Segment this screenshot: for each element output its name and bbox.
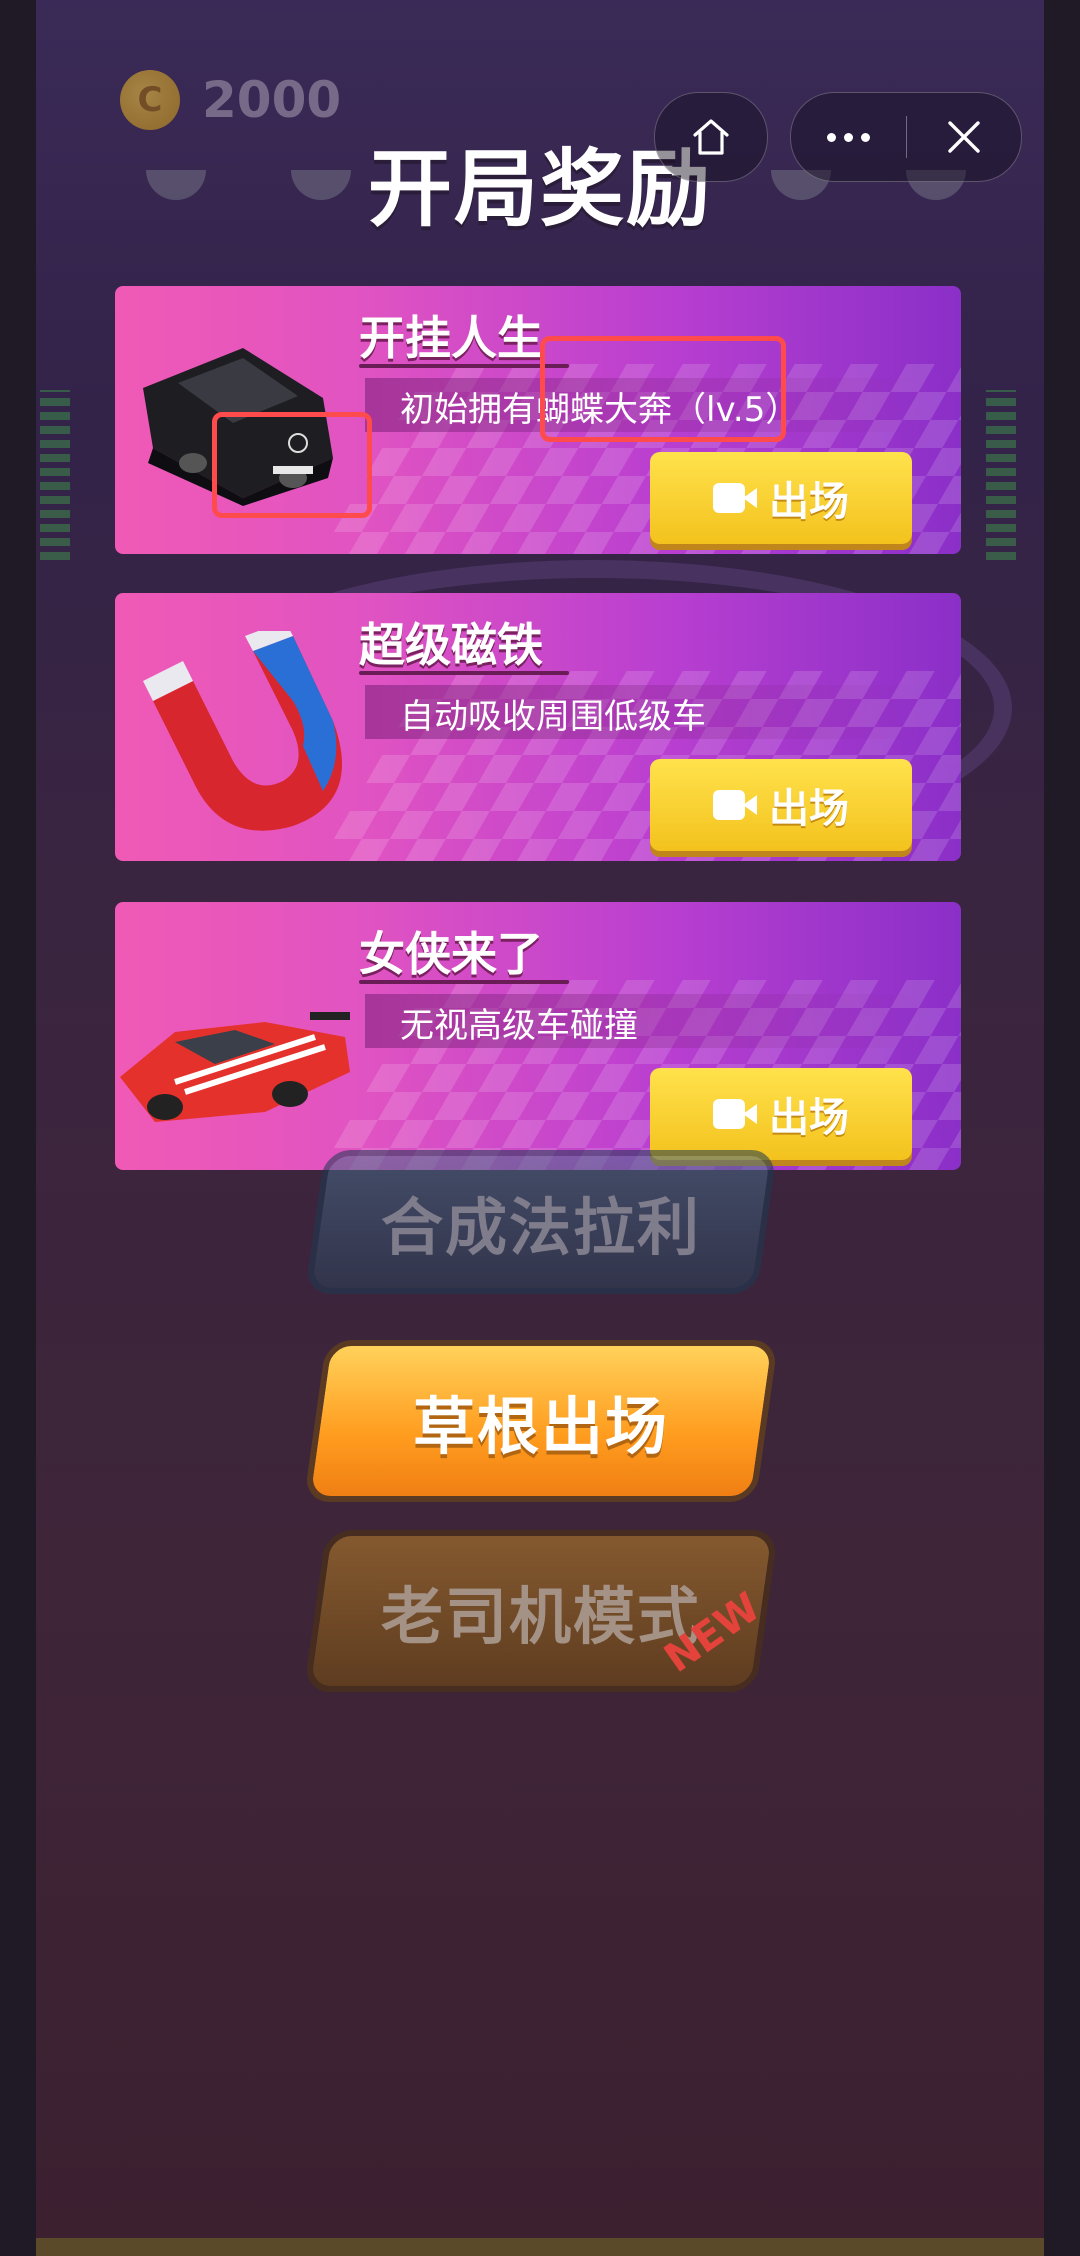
play-video-button[interactable]: 出场 <box>650 452 912 544</box>
more-dots-icon <box>827 132 870 142</box>
reward-card-heroine: 女侠来了 无视高级车碰撞 出场 <box>115 902 961 1170</box>
title-underline <box>359 980 569 984</box>
start-game-button[interactable]: 草根出场 <box>303 1340 779 1502</box>
title-underline <box>359 364 569 368</box>
merge-ferrari-label: 合成法拉利 <box>380 1191 701 1264</box>
card-description: 无视高级车碰撞 <box>400 1006 638 1046</box>
card-description: 自动吸收周围低级车 <box>400 697 706 737</box>
home-icon <box>693 119 729 155</box>
card-title: 女侠来了 <box>359 927 543 981</box>
video-camera-icon <box>713 790 757 820</box>
coin-counter: C 2000 <box>120 70 341 130</box>
play-video-button[interactable]: 出场 <box>650 1068 912 1160</box>
video-camera-icon <box>713 1099 757 1129</box>
button-label: 出场 <box>769 1095 849 1141</box>
card-title: 开挂人生 <box>359 311 543 365</box>
close-button[interactable] <box>907 93 1021 181</box>
coin-icon: C <box>120 70 180 130</box>
video-camera-icon <box>713 483 757 513</box>
horseshoe-magnet-icon <box>143 631 342 831</box>
red-sports-car-icon <box>120 1012 350 1122</box>
play-video-button[interactable]: 出场 <box>650 759 912 851</box>
merge-ferrari-button[interactable]: 合成法拉利 <box>304 1150 778 1294</box>
equalizer-bars <box>986 390 1016 560</box>
annotation-box-car-name <box>540 336 786 442</box>
reward-card-super-magnet: 超级磁铁 自动吸收周围低级车 出场 <box>115 593 961 861</box>
button-label: 出场 <box>769 479 849 525</box>
capsule-menu <box>790 92 1022 182</box>
close-icon <box>947 121 980 153</box>
more-button[interactable] <box>792 93 906 181</box>
veteran-mode-label: 老司机模式 <box>380 1580 701 1653</box>
start-game-label: 草根出场 <box>412 1390 669 1463</box>
annotation-box-car-logo <box>212 412 372 518</box>
coin-amount: 2000 <box>202 71 342 129</box>
left-edge <box>0 0 36 2256</box>
title-underline <box>359 671 569 675</box>
equalizer-bars <box>40 390 70 560</box>
home-button[interactable] <box>654 92 768 182</box>
right-edge <box>1044 0 1080 2256</box>
bottom-strip <box>36 2238 1044 2256</box>
button-label: 出场 <box>769 786 849 832</box>
card-title: 超级磁铁 <box>359 618 543 672</box>
